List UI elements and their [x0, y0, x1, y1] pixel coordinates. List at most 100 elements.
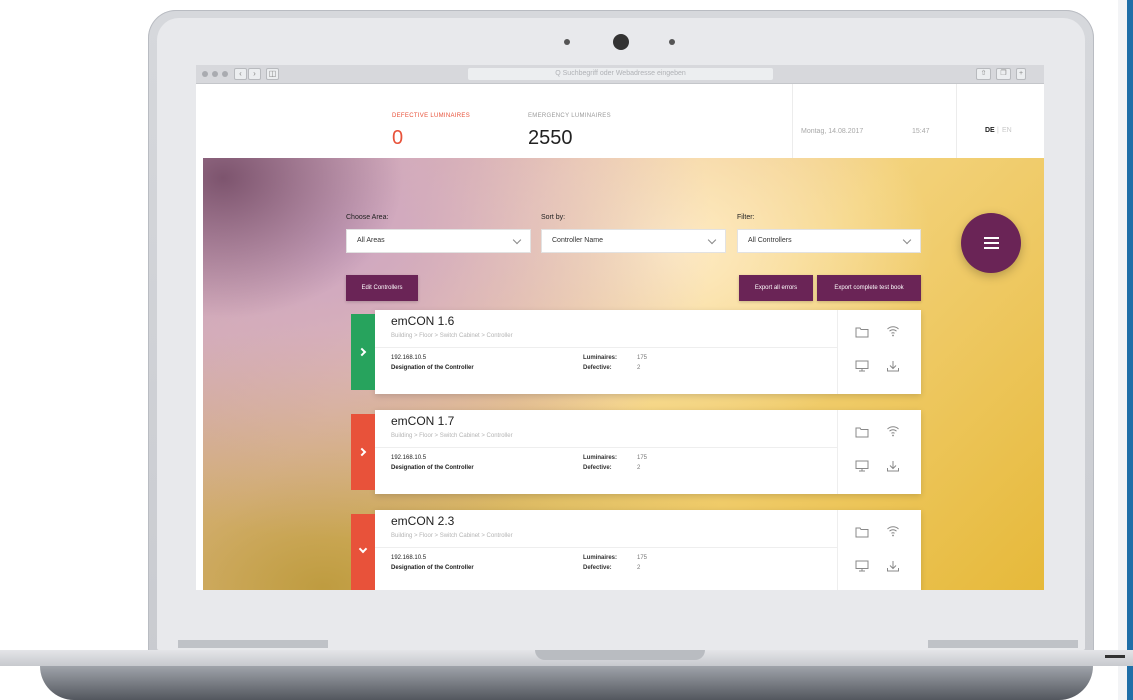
card-vdivider — [837, 410, 838, 494]
laptop-mockup: ‹ › ◫ Q Suchbegriff oder Webadresse eing… — [0, 0, 1133, 700]
filter-select[interactable]: All Controllers — [737, 229, 921, 253]
emergency-count: 2550 — [528, 127, 573, 149]
chevron-right-icon — [357, 347, 367, 357]
card-vdivider — [837, 510, 838, 590]
main-content: Choose Area: All Areas Sort by: Controll… — [203, 158, 1044, 590]
card-expand-toggle[interactable] — [351, 314, 375, 390]
sensor-dot-right — [669, 39, 675, 45]
luminaires-label: Luminaires: — [583, 355, 618, 361]
defective-count: 2 — [637, 465, 641, 471]
card-expand-toggle[interactable] — [351, 414, 375, 490]
laptop-base-shadow — [40, 666, 1093, 700]
menu-icon-bar — [984, 242, 999, 244]
defective-label: Defective: — [583, 365, 612, 371]
header-divider-lang — [956, 84, 957, 158]
filter-select-value: All Controllers — [748, 237, 792, 244]
camera — [613, 34, 629, 50]
controller-ip: 192.168.10.5 — [391, 555, 427, 561]
window-minimize-dot[interactable] — [212, 71, 218, 77]
hinge-left — [178, 640, 328, 648]
controller-name: emCON 1.7 — [391, 414, 455, 428]
laptop-notch — [535, 650, 705, 660]
folder-icon[interactable] — [855, 326, 869, 338]
lang-separator: | — [997, 127, 999, 134]
card-expand-toggle[interactable] — [351, 514, 375, 590]
controller-designation: Designation of the Controller — [391, 565, 474, 571]
sensor-dot-left — [564, 39, 570, 45]
side-strip-light — [1118, 0, 1127, 700]
sort-select[interactable]: Controller Name — [541, 229, 726, 253]
menu-icon-bar — [984, 247, 999, 249]
luminaires-count: 175 — [637, 455, 648, 461]
area-select[interactable]: All Areas — [346, 229, 531, 253]
menu-icon — [984, 237, 999, 239]
defective-label: Defective: — [583, 565, 612, 571]
export-test-book-button[interactable]: Export complete test book — [817, 275, 921, 301]
controller-card[interactable]: emCON 1.7 Building > Floor > Switch Cabi… — [351, 410, 921, 494]
lang-en[interactable]: EN — [1002, 127, 1012, 134]
sidebar-toggle-button[interactable]: ◫ — [266, 68, 279, 80]
luminaires-label: Luminaires: — [583, 455, 618, 461]
controller-card[interactable]: emCON 2.3 Building > Floor > Switch Cabi… — [351, 510, 921, 590]
download-icon[interactable] — [886, 560, 900, 572]
tabs-button[interactable]: ❐ — [996, 68, 1011, 80]
folder-icon[interactable] — [855, 426, 869, 438]
header-time: 15:47 — [912, 128, 930, 135]
defective-label: DEFECTIVE LUMINAIRES — [392, 113, 471, 119]
app-header: DEFECTIVE LUMINAIRES 0 EMERGENCY LUMINAI… — [196, 84, 1044, 158]
controller-name: emCON 2.3 — [391, 514, 455, 528]
new-tab-button[interactable]: + — [1016, 68, 1026, 80]
chevron-down-icon — [358, 544, 368, 554]
controller-card[interactable]: emCON 1.6 Building > Floor > Switch Cabi… — [351, 310, 921, 394]
base-edge — [1105, 655, 1125, 658]
edit-controllers-button[interactable]: Edit Controllers — [346, 275, 418, 301]
chevron-down-icon — [707, 235, 717, 245]
defective-count: 2 — [637, 365, 641, 371]
emergency-label: EMERGENCY LUMINAIRES — [528, 113, 611, 119]
download-icon[interactable] — [886, 460, 900, 472]
controller-name: emCON 1.6 — [391, 314, 455, 328]
luminaires-label: Luminaires: — [583, 555, 618, 561]
controller-path: Building > Floor > Switch Cabinet > Cont… — [391, 333, 513, 339]
wifi-icon[interactable] — [886, 525, 900, 537]
monitor-icon[interactable] — [855, 560, 869, 572]
sort-select-value: Controller Name — [552, 237, 603, 244]
wifi-icon[interactable] — [886, 325, 900, 337]
defective-label: Defective: — [583, 465, 612, 471]
header-divider — [792, 84, 793, 158]
window-close-dot[interactable] — [202, 71, 208, 77]
controller-designation: Designation of the Controller — [391, 365, 474, 371]
area-select-value: All Areas — [357, 237, 385, 244]
lang-de[interactable]: DE — [985, 127, 995, 134]
area-label: Choose Area: — [346, 214, 389, 221]
chevron-right-icon — [357, 447, 367, 457]
download-icon[interactable] — [886, 360, 900, 372]
monitor-icon[interactable] — [855, 460, 869, 472]
hinge-right — [928, 640, 1078, 648]
back-button[interactable]: ‹ — [234, 68, 247, 80]
export-errors-button[interactable]: Export all errors — [739, 275, 813, 301]
menu-button[interactable] — [961, 213, 1021, 273]
folder-icon[interactable] — [855, 526, 869, 538]
card-divider — [375, 347, 837, 348]
share-button[interactable]: ⇧ — [976, 68, 991, 80]
controller-designation: Designation of the Controller — [391, 465, 474, 471]
controller-path: Building > Floor > Switch Cabinet > Cont… — [391, 533, 513, 539]
header-date: Montag, 14.08.2017 — [801, 128, 864, 135]
forward-button[interactable]: › — [248, 68, 261, 80]
monitor-icon[interactable] — [855, 360, 869, 372]
window-zoom-dot[interactable] — [222, 71, 228, 77]
side-strip-blue — [1127, 0, 1133, 700]
wifi-icon[interactable] — [886, 425, 900, 437]
luminaires-count: 175 — [637, 355, 648, 361]
card-vdivider — [837, 310, 838, 394]
address-bar[interactable]: Q Suchbegriff oder Webadresse eingeben — [468, 68, 773, 80]
defective-count: 2 — [637, 565, 641, 571]
controller-path: Building > Floor > Switch Cabinet > Cont… — [391, 433, 513, 439]
filter-label: Filter: — [737, 214, 755, 221]
chevron-down-icon — [902, 235, 912, 245]
chevron-down-icon — [512, 235, 522, 245]
controller-ip: 192.168.10.5 — [391, 455, 427, 461]
card-divider — [375, 547, 837, 548]
browser-toolbar: ‹ › ◫ Q Suchbegriff oder Webadresse eing… — [196, 65, 1044, 84]
